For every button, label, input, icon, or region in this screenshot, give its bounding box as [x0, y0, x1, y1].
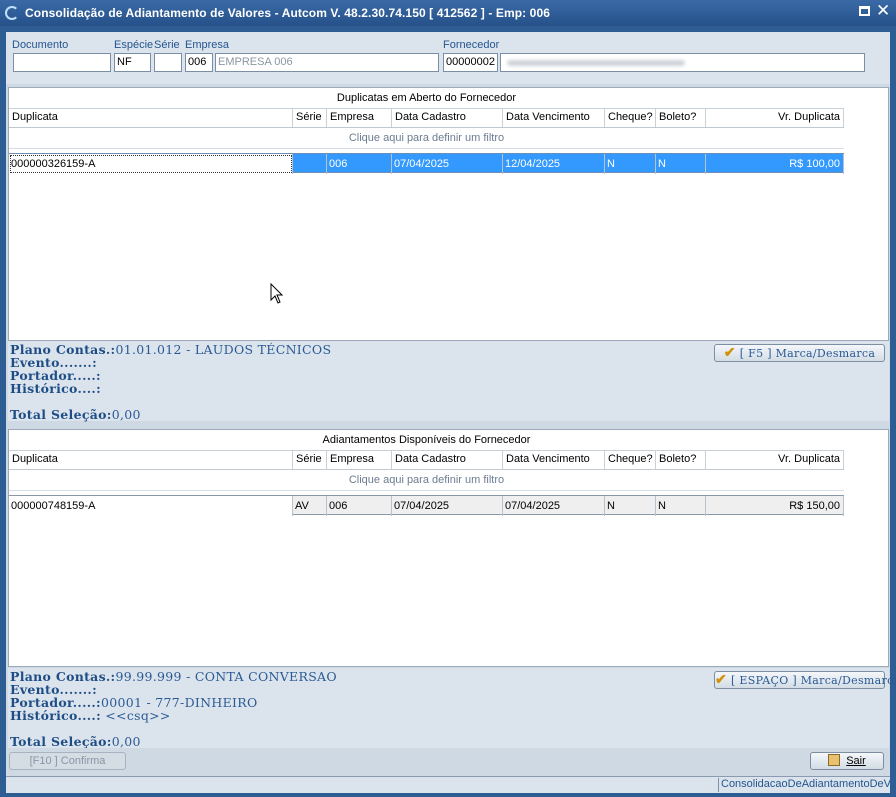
serie-label: Série	[154, 39, 180, 51]
col-data-cadastro[interactable]: Data Cadastro	[392, 450, 503, 469]
plano-contas-value: 99.99.999 - CONTA CONVERSAO	[115, 669, 337, 684]
total-selecao-value: 0,00	[111, 734, 141, 749]
col-duplicata[interactable]: Duplicata	[9, 450, 293, 469]
adiantamentos-column-header: Duplicata Série Empresa Data Cadastro Da…	[9, 450, 844, 470]
sair-button[interactable]: Sair	[810, 752, 884, 770]
confirma-button[interactable]: [F10 ] Confirma	[9, 752, 126, 770]
col-data-vencimento[interactable]: Data Vencimento	[503, 450, 605, 469]
sair-label: Sair	[846, 755, 866, 767]
marca-desmarca-f5-button[interactable]: ✔[ F5 ] Marca/Desmarca	[714, 344, 885, 362]
col-serie[interactable]: Série	[293, 108, 327, 127]
col-duplicata[interactable]: Duplicata	[9, 108, 293, 127]
col-vr-duplicata[interactable]: Vr. Duplicata	[706, 108, 844, 127]
cell-valor[interactable]: R$ 150,00	[706, 496, 844, 516]
table-row[interactable]: 000000326159-A 006 07/04/2025 12/04/2025…	[9, 153, 844, 174]
historico-line: Histórico....:	[10, 381, 101, 396]
redacted-name	[507, 60, 685, 66]
total-selecao-line: Total Seleção:0,00	[10, 734, 141, 749]
col-empresa[interactable]: Empresa	[327, 450, 392, 469]
fornecedor-code-input[interactable]: 00000002	[443, 53, 498, 72]
col-data-vencimento[interactable]: Data Vencimento	[503, 108, 605, 127]
adiantamentos-grid[interactable]: Adiantamentos Disponíveis do Fornecedor …	[8, 429, 889, 667]
total-selecao-value: 0,00	[111, 407, 141, 422]
cell-serie[interactable]: AV	[293, 496, 327, 516]
duplicatas-filter-row[interactable]: Clique aqui para definir um filtro	[9, 128, 844, 149]
cell-empresa[interactable]: 006	[327, 154, 392, 174]
total-selecao-label: Total Seleção:	[10, 407, 112, 422]
col-cheque[interactable]: Cheque?	[605, 108, 656, 127]
check-icon: ✔	[715, 672, 728, 688]
cell-duplicata[interactable]: 000000748159-A	[9, 496, 293, 516]
mouse-cursor-icon	[270, 283, 284, 304]
fornecedor-label: Fornecedor	[443, 39, 500, 51]
table-row[interactable]: 000000748159-A AV 006 07/04/2025 07/04/2…	[9, 495, 844, 516]
form-name-status: ConsolidacaoDeAdiantamentoDeValores	[718, 778, 890, 792]
historico-label: Histórico....:	[10, 708, 101, 723]
marca-desmarca-espaco-button[interactable]: ✔[ ESPAÇO ] Marca/Desmarca	[714, 671, 896, 689]
exit-door-icon	[828, 754, 841, 766]
duplicatas-grid[interactable]: Duplicatas em Aberto do Fornecedor Dupli…	[8, 87, 889, 341]
cell-data-cadastro[interactable]: 07/04/2025	[392, 154, 503, 174]
duplicatas-column-header: Duplicata Série Empresa Data Cadastro Da…	[9, 108, 844, 128]
cell-valor[interactable]: R$ 100,00	[706, 154, 844, 174]
close-icon[interactable]: ✕	[876, 2, 890, 20]
check-icon: ✔	[723, 345, 736, 361]
duplicatas-info-panel: Plano Contas.:01.01.012 - LAUDOS TÉCNICO…	[8, 341, 889, 422]
documento-label: Documento	[12, 39, 69, 51]
marca-desmarca-f5-label: [ F5 ] Marca/Desmarca	[739, 347, 876, 360]
col-boleto[interactable]: Boleto?	[656, 450, 706, 469]
status-bar: ConsolidacaoDeAdiantamentoDeValores	[6, 776, 890, 793]
especie-label: Espécie	[114, 39, 154, 51]
adiantamentos-info-panel: Plano Contas.:99.99.999 - CONTA CONVERSA…	[8, 668, 896, 749]
document-header: Documento Espécie NF Série Empresa 006 E…	[6, 32, 890, 84]
col-vr-duplicata[interactable]: Vr. Duplicata	[706, 450, 844, 469]
historico-label: Histórico....:	[10, 381, 101, 396]
cell-cheque[interactable]: N	[605, 154, 656, 174]
cell-serie[interactable]	[293, 154, 327, 174]
cell-data-vencimento[interactable]: 07/04/2025	[503, 496, 605, 516]
adiantamentos-filter-row[interactable]: Clique aqui para definir um filtro	[9, 470, 844, 491]
cell-cheque[interactable]: N	[605, 496, 656, 516]
documento-input[interactable]	[13, 53, 111, 72]
serie-input[interactable]	[154, 53, 182, 72]
window-title: Consolidação de Adiantamento de Valores …	[25, 6, 550, 20]
cell-boleto[interactable]: N	[656, 496, 706, 516]
main-window: Consolidação de Adiantamento de Valores …	[0, 0, 896, 797]
plano-contas-value: 01.01.012 - LAUDOS TÉCNICOS	[115, 342, 332, 357]
cell-boleto[interactable]: N	[656, 154, 706, 174]
col-boleto[interactable]: Boleto?	[656, 108, 706, 127]
action-bar: [F10 ] Confirma Sair	[6, 748, 890, 776]
cell-data-vencimento[interactable]: 12/04/2025	[503, 154, 605, 174]
marca-desmarca-espaco-label: [ ESPAÇO ] Marca/Desmarca	[731, 674, 896, 687]
cell-duplicata[interactable]: 000000326159-A	[9, 154, 293, 174]
especie-input[interactable]: NF	[114, 53, 151, 72]
form-client-area: Documento Espécie NF Série Empresa 006 E…	[6, 32, 896, 793]
col-serie[interactable]: Série	[293, 450, 327, 469]
duplicatas-grid-title: Duplicatas em Aberto do Fornecedor	[9, 88, 844, 109]
col-data-cadastro[interactable]: Data Cadastro	[392, 108, 503, 127]
title-bar[interactable]: Consolidação de Adiantamento de Valores …	[0, 0, 896, 26]
cell-empresa[interactable]: 006	[327, 496, 392, 516]
col-cheque[interactable]: Cheque?	[605, 450, 656, 469]
historico-line: Histórico....: <<csq>>	[10, 708, 171, 723]
total-selecao-label: Total Seleção:	[10, 734, 112, 749]
empresa-code-input[interactable]: 006	[185, 53, 213, 72]
empresa-name-field: EMPRESA 006	[215, 53, 439, 72]
adiantamentos-grid-title: Adiantamentos Disponíveis do Fornecedor	[9, 430, 844, 451]
historico-value: <<csq>>	[101, 708, 171, 723]
cell-data-cadastro[interactable]: 07/04/2025	[392, 496, 503, 516]
col-empresa[interactable]: Empresa	[327, 108, 392, 127]
maximize-icon[interactable]	[859, 6, 870, 16]
empresa-label: Empresa	[185, 39, 230, 51]
fornecedor-name-field	[500, 53, 865, 72]
app-logo-icon	[5, 6, 19, 20]
total-selecao-line: Total Seleção:0,00	[10, 407, 141, 422]
